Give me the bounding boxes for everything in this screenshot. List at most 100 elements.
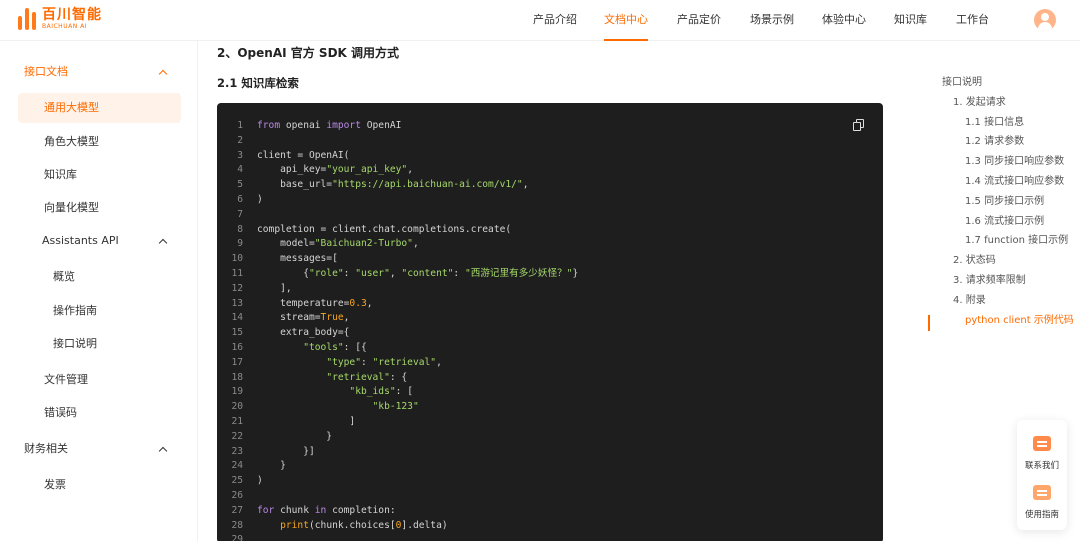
- toc-item[interactable]: 1. 发起请求: [953, 93, 1006, 112]
- logo-text-en: BAICHUAN AI: [42, 23, 87, 30]
- code-text: "type": "retrieval",: [326, 356, 442, 368]
- logo-text-cn: 百川智能: [42, 7, 102, 23]
- sidebar-group-api-docs[interactable]: 接口文档: [24, 57, 174, 87]
- nav-workbench[interactable]: 工作台: [956, 0, 989, 41]
- line-number: 7: [237, 208, 243, 220]
- sidebar-item-embedding-model[interactable]: 向量化模型: [44, 193, 99, 223]
- code-block: 1 from openai import OpenAI 2 3 client = Ope…: [217, 103, 883, 541]
- code-line: 5 base_url="https://api.baichuan-ai.com/…: [217, 177, 877, 192]
- code-line: 21 ]: [217, 414, 877, 429]
- usage-guide-button[interactable]: 使用指南: [1017, 477, 1067, 527]
- line-number: 29: [231, 534, 243, 541]
- toc-item[interactable]: 1.2 请求参数: [965, 132, 1024, 151]
- sidebar-group-label: Assistants API: [42, 234, 119, 247]
- nav-docs-center[interactable]: 文档中心: [604, 0, 648, 41]
- line-number: 24: [231, 460, 243, 472]
- toc-item[interactable]: 1.3 同步接口响应参数: [965, 152, 1064, 171]
- line-number: 21: [231, 416, 243, 427]
- code-line: 28 print(chunk.choices[0].delta): [217, 518, 877, 533]
- code-line: 10 messages=[: [217, 251, 877, 266]
- toc-item[interactable]: 2. 状态码: [953, 251, 996, 270]
- line-number: 17: [231, 356, 243, 368]
- line-number: 22: [231, 430, 243, 442]
- sidebar-item-file-management[interactable]: 文件管理: [44, 365, 88, 395]
- code-text: stream=True,: [257, 312, 350, 324]
- floating-help-panel: 联系我们 使用指南: [1017, 420, 1067, 530]
- code-line: 24 }: [217, 458, 877, 473]
- code-text: "kb_ids": [: [349, 386, 413, 398]
- contact-us-button[interactable]: 联系我们: [1017, 428, 1067, 478]
- code-text: ],: [257, 282, 292, 294]
- code-line: 27 for chunk in completion:: [217, 503, 877, 518]
- code-line: 13 temperature=0.3,: [217, 296, 877, 311]
- code-line: 14 stream=True,: [217, 310, 877, 325]
- code-text: "kb-123": [372, 401, 419, 413]
- toc-item[interactable]: 3. 请求频率限制: [953, 271, 1026, 290]
- line-number: 18: [231, 371, 243, 383]
- line-number: 1: [237, 120, 243, 131]
- toc-item[interactable]: 1.4 流式接口响应参数: [965, 172, 1064, 191]
- nav-scenarios[interactable]: 场景示例: [750, 0, 794, 41]
- toc-item[interactable]: 1.6 流式接口示例: [965, 212, 1044, 231]
- line-number: 12: [231, 282, 243, 294]
- line-number: 26: [231, 490, 243, 501]
- sidebar-group-finance[interactable]: 财务相关: [24, 434, 174, 464]
- sidebar-item-guide[interactable]: 操作指南: [53, 296, 97, 326]
- code-text: api_key="your_api_key",: [257, 164, 413, 176]
- user-avatar-icon[interactable]: [1034, 9, 1056, 31]
- sidebar-item-overview[interactable]: 概览: [53, 262, 75, 292]
- line-number: 6: [237, 194, 243, 205]
- line-number: 2: [237, 134, 243, 146]
- line-number: 28: [231, 519, 243, 531]
- code-text: }]: [257, 445, 315, 457]
- line-number: 20: [231, 401, 243, 413]
- code-line: 26: [217, 488, 877, 503]
- code-text: completion = client.chat.completions.cre…: [257, 223, 512, 235]
- code-text: ): [257, 475, 263, 487]
- code-line: 19 "kb_ids": [: [217, 384, 877, 399]
- code-line: 17 "type": "retrieval",: [217, 355, 877, 370]
- line-number: 8: [237, 223, 243, 235]
- logo-mark-icon: [18, 8, 38, 30]
- sidebar-item-invoice[interactable]: 发票: [44, 470, 66, 500]
- code-text: temperature=0.3,: [257, 297, 373, 309]
- toc-active-indicator: [928, 315, 930, 331]
- sidebar-item-role-model[interactable]: 角色大模型: [44, 127, 99, 157]
- sidebar-item-api-description[interactable]: 接口说明: [53, 329, 97, 359]
- code-line: 9 model="Baichuan2-Turbo",: [217, 236, 877, 251]
- logo[interactable]: 百川智能 BAICHUAN AI: [18, 8, 102, 30]
- line-number: 27: [231, 504, 243, 516]
- line-number: 19: [231, 386, 243, 398]
- code-text: base_url="https://api.baichuan-ai.com/v1…: [257, 179, 529, 191]
- toc-item[interactable]: 1.5 同步接口示例: [965, 192, 1044, 211]
- code-line: 2: [217, 133, 877, 148]
- toc-item[interactable]: 接口说明: [942, 73, 982, 92]
- code-text: {"role": "user", "content": "西游记里有多少妖怪？"…: [257, 268, 579, 279]
- sidebar-group-assistants-api[interactable]: Assistants API: [42, 226, 174, 256]
- code-text: model="Baichuan2-Turbo",: [257, 238, 419, 250]
- code-line: 8 completion = client.chat.completions.cr…: [217, 222, 877, 237]
- section-title: 2、OpenAI 官方 SDK 调用方式: [217, 46, 400, 60]
- sidebar-item-knowledge-base[interactable]: 知识库: [44, 160, 77, 190]
- toc-item[interactable]: python client 示例代码: [965, 311, 1074, 330]
- toc-item[interactable]: 1.1 接口信息: [965, 113, 1024, 132]
- nav-pricing[interactable]: 产品定价: [677, 0, 721, 41]
- line-number: 10: [231, 253, 243, 265]
- line-number: 16: [231, 342, 243, 353]
- nav-product-intro[interactable]: 产品介绍: [533, 0, 577, 41]
- chevron-up-icon: [158, 446, 168, 456]
- code-text: }: [257, 460, 286, 472]
- top-header: 百川智能 BAICHUAN AI 产品介绍 文档中心 产品定价 场景示例 体验中…: [0, 0, 1080, 41]
- sidebar-item-general-model[interactable]: 通用大模型: [18, 93, 181, 123]
- toc-item[interactable]: 4. 附录: [953, 291, 986, 310]
- code-text: extra_body={: [257, 327, 350, 339]
- chevron-up-icon: [158, 238, 168, 248]
- nav-experience[interactable]: 体验中心: [822, 0, 866, 41]
- code-line: 22 }: [217, 429, 877, 444]
- code-text: ]: [257, 416, 356, 427]
- nav-knowledge-base[interactable]: 知识库: [894, 0, 927, 41]
- toc-item[interactable]: 1.7 function 接口示例: [965, 231, 1068, 250]
- code-text: client = OpenAI(: [257, 149, 350, 161]
- sidebar-item-error-codes[interactable]: 错误码: [44, 398, 77, 428]
- chevron-up-icon: [158, 69, 168, 79]
